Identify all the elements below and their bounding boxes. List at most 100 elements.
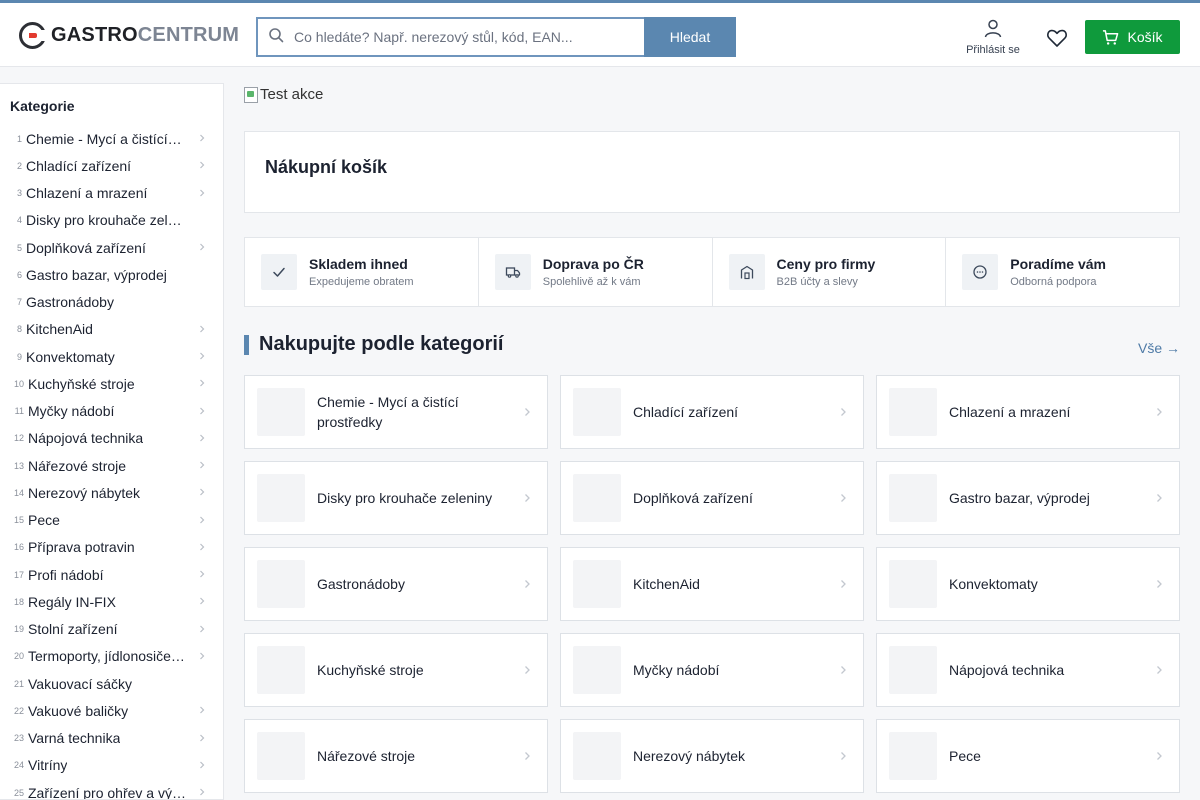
- sidebar-category-item[interactable]: 17 Profi nádobí: [0, 561, 223, 588]
- category-card-label: Nápojová technika: [949, 662, 1065, 678]
- category-card[interactable]: KitchenAid: [560, 547, 864, 621]
- chevron-right-icon: [200, 189, 205, 196]
- sidebar-category-item[interactable]: 25 Zařízení pro ohřev a výdej: [0, 779, 223, 799]
- sidebar-category-item[interactable]: 20 Termoporty, jídlonosiče a výdej: [0, 643, 223, 670]
- category-card-label: Gastro bazar, výprodej: [949, 490, 1090, 506]
- category-card-label: Chemie - Mycí a čistící prostředky: [317, 394, 459, 430]
- benefit-in-stock: Skladem ihned Expedujeme obratem: [245, 238, 479, 306]
- category-label: Myčky nádobí: [28, 403, 115, 420]
- search-input[interactable]: [294, 29, 624, 45]
- category-card[interactable]: Pece: [876, 719, 1180, 793]
- category-card-label: Chlazení a mrazení: [949, 404, 1071, 420]
- category-card[interactable]: Kuchyňské stroje: [244, 633, 548, 707]
- category-number: 1: [16, 133, 22, 144]
- category-number: 6: [16, 269, 22, 280]
- sidebar-category-item[interactable]: 12 Nápojová technika: [0, 425, 223, 452]
- category-card-label: Gastronádoby: [317, 576, 405, 592]
- sidebar-category-item[interactable]: 15 Pece: [0, 507, 223, 534]
- sidebar-category-item[interactable]: 16 Příprava potravin: [0, 534, 223, 561]
- category-card[interactable]: Konvektomaty: [876, 547, 1180, 621]
- category-number: 20: [13, 651, 24, 662]
- category-label: Disky pro krouhače zeleniny: [26, 212, 184, 229]
- sidebar-category-item[interactable]: 19 Stolní zařízení: [0, 616, 223, 643]
- sidebar-category-item[interactable]: 24 Vitríny: [0, 752, 223, 779]
- category-label: Gastro bazar, výprodej: [26, 266, 167, 283]
- search-button[interactable]: Hledat: [644, 17, 736, 57]
- chevron-right-icon: [200, 325, 205, 333]
- category-number: 12: [13, 433, 24, 444]
- sidebar-category-item[interactable]: 4 Disky pro krouhače zeleniny: [0, 207, 223, 234]
- login-button[interactable]: Přihlásit se: [962, 18, 1024, 58]
- category-card[interactable]: Nápojová technika: [876, 633, 1180, 707]
- category-card-label: Doplňková zařízení: [633, 490, 753, 506]
- sidebar-category-item[interactable]: 23 Varná technika: [0, 725, 223, 752]
- category-card[interactable]: Gastronádoby: [244, 547, 548, 621]
- category-card[interactable]: Gastro bazar, výprodej: [876, 461, 1180, 535]
- category-label: Vitríny: [28, 757, 68, 774]
- wishlist-button[interactable]: [1046, 27, 1068, 49]
- sidebar-category-item[interactable]: 3 Chlazení a mrazení: [0, 180, 223, 207]
- chevron-right-icon: [841, 408, 846, 416]
- category-card[interactable]: Nářezové stroje: [244, 719, 548, 793]
- category-card-label: KitchenAid: [633, 576, 700, 592]
- category-thumbnail: [573, 732, 621, 780]
- section-accent-bar: [244, 335, 249, 355]
- category-label: Vakuové baličky: [28, 702, 129, 719]
- cart-button[interactable]: Košík: [1085, 20, 1180, 54]
- chevron-right-icon: [200, 352, 205, 360]
- category-thumbnail: [257, 474, 305, 522]
- category-thumbnail: [573, 646, 621, 694]
- sidebar-category-item[interactable]: 13 Nářezové stroje: [0, 452, 223, 479]
- sidebar-category-item[interactable]: 8 KitchenAid: [0, 316, 223, 343]
- chevron-right-icon: [200, 543, 205, 551]
- logo[interactable]: GASTROCENTRUM: [19, 21, 239, 49]
- category-card[interactable]: Myčky nádobí: [560, 633, 864, 707]
- search-bar: Hledat: [256, 17, 736, 57]
- sidebar-category-item[interactable]: 7 Gastronádoby: [0, 289, 223, 316]
- category-card-label: Konvektomaty: [949, 576, 1038, 592]
- sidebar-category-item[interactable]: 21 Vakuovací sáčky: [0, 670, 223, 697]
- sidebar-category-item[interactable]: 9 Konvektomaty: [0, 343, 223, 370]
- category-thumbnail: [889, 560, 937, 608]
- logo-text: GASTROCENTRUM: [51, 23, 240, 46]
- view-all-link[interactable]: Vše →: [1138, 340, 1180, 356]
- sidebar-title: Kategorie: [10, 98, 75, 114]
- sidebar-category-item[interactable]: 18 Regály IN-FIX: [0, 588, 223, 615]
- benefit-support: Poradíme vám Odborná podpora: [946, 238, 1179, 306]
- category-card-label: Kuchyňské stroje: [317, 662, 424, 678]
- category-label: Gastronádoby: [26, 294, 114, 311]
- category-label: Profi nádobí: [28, 566, 104, 583]
- sidebar-category-item[interactable]: 22 Vakuové baličky: [0, 697, 223, 724]
- sidebar-category-item[interactable]: 5 Doplňková zařízení: [0, 234, 223, 261]
- chevron-right-icon: [525, 752, 530, 760]
- category-number: 15: [13, 515, 24, 526]
- search-field[interactable]: [256, 17, 644, 57]
- category-thumbnail: [889, 732, 937, 780]
- category-label: Pece: [28, 512, 60, 529]
- sidebar-category-item[interactable]: 6 Gastro bazar, výprodej: [0, 261, 223, 288]
- category-card[interactable]: Chladící zařízení: [560, 375, 864, 449]
- category-number: 11: [14, 406, 24, 417]
- category-number: 25: [13, 787, 24, 798]
- category-card[interactable]: Disky pro krouhače zeleniny: [244, 461, 548, 535]
- category-card[interactable]: Chemie - Mycí a čistící prostředky: [244, 375, 548, 449]
- category-label: Chlazení a mrazení: [26, 185, 148, 202]
- category-thumbnail: [573, 474, 621, 522]
- sidebar-category-item[interactable]: 11 Myčky nádobí: [0, 398, 223, 425]
- chevron-right-icon: [200, 134, 205, 142]
- chevron-right-icon: [200, 625, 205, 632]
- sidebar-category-item[interactable]: 14 Nerezový nábytek: [0, 479, 223, 506]
- chevron-right-icon: [200, 761, 205, 769]
- category-thumbnail: [573, 560, 621, 608]
- category-number: 23: [13, 733, 24, 744]
- category-card[interactable]: Doplňková zařízení: [560, 461, 864, 535]
- section-title: Nakupujte podle kategorií: [259, 333, 504, 355]
- category-card-label: Nářezové stroje: [317, 748, 416, 764]
- sidebar-category-item[interactable]: 1 Chemie - Mycí a čistící prostředky: [0, 125, 223, 152]
- promo-banner-image[interactable]: Test akce: [244, 86, 323, 103]
- sidebar-category-item[interactable]: 2 Chladící zařízení: [0, 152, 223, 179]
- category-card[interactable]: Nerezový nábytek: [560, 719, 864, 793]
- sidebar-category-item[interactable]: 10 Kuchyňské stroje: [0, 370, 223, 397]
- category-card[interactable]: Chlazení a mrazení: [876, 375, 1180, 449]
- category-number: 5: [16, 242, 22, 253]
